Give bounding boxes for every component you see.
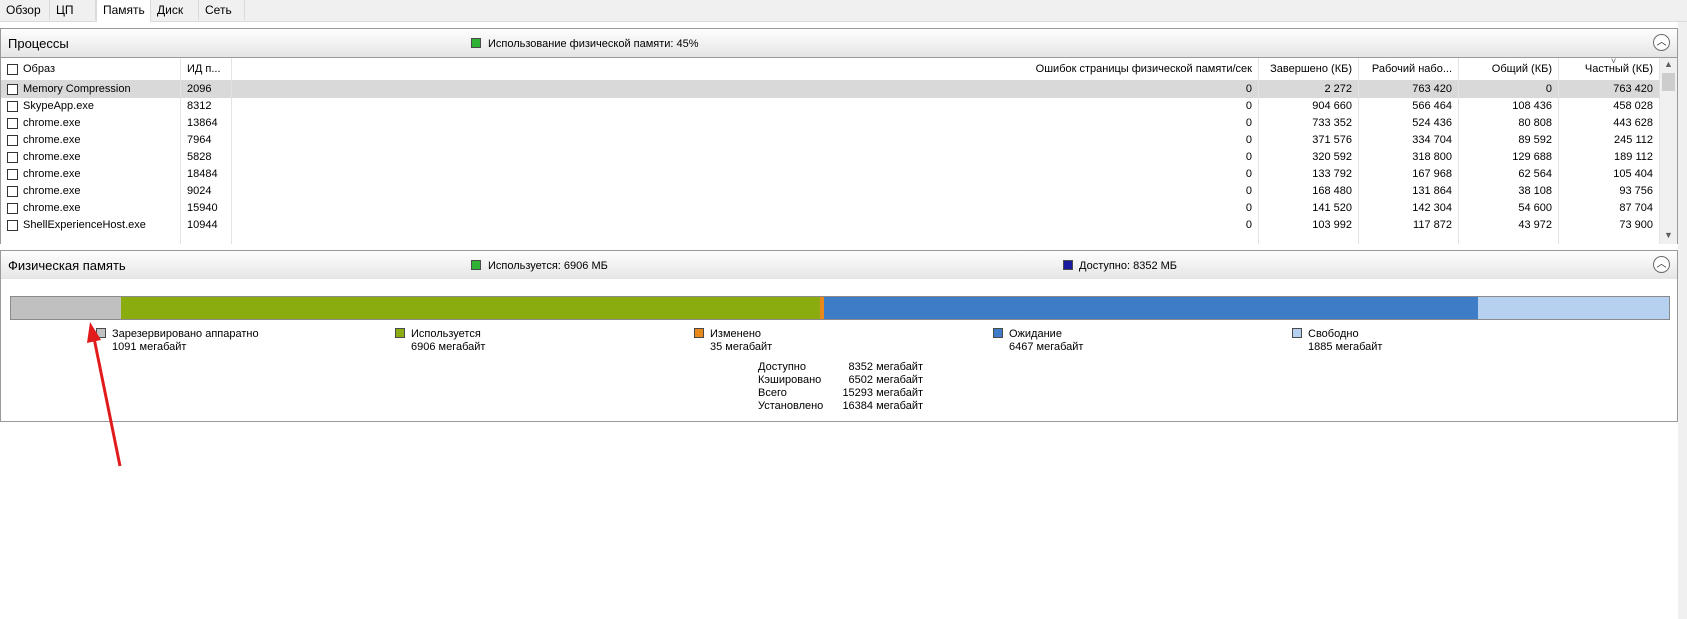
red-arrow-shaft [92,337,122,467]
red-arrow-annotation [87,322,122,467]
red-arrow-head [87,322,101,343]
